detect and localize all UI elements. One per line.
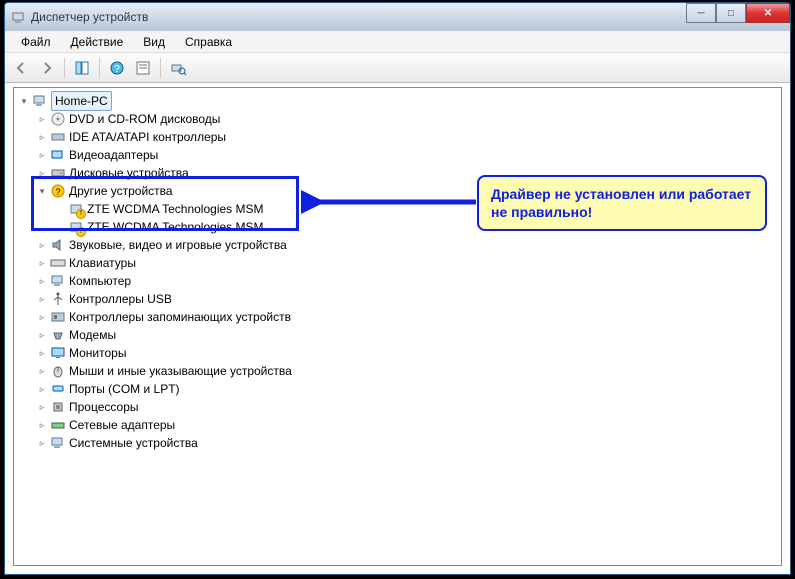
window-title: Диспетчер устройств xyxy=(31,10,148,24)
storage-controller-icon xyxy=(50,309,66,325)
expander-icon[interactable]: ▹ xyxy=(36,131,48,143)
expander-icon[interactable]: ▹ xyxy=(36,419,48,431)
expander-icon[interactable]: ▹ xyxy=(36,329,48,341)
node-label: Мыши и иные указывающие устройства xyxy=(69,362,292,380)
properties-button[interactable] xyxy=(131,56,155,80)
annotation-highlight-box xyxy=(31,176,299,231)
monitor-icon xyxy=(50,345,66,361)
disc-drive-icon xyxy=(50,111,66,127)
separator xyxy=(99,58,100,78)
window-controls: ─ □ ✕ xyxy=(686,3,790,23)
keyboard-icon xyxy=(50,255,66,271)
node-label: Порты (COM и LPT) xyxy=(69,380,180,398)
computer-icon xyxy=(50,273,66,289)
tree-node-ide[interactable]: ▹ IDE ATA/ATAPI контроллеры xyxy=(16,128,781,146)
menu-file[interactable]: Файл xyxy=(11,33,61,51)
titlebar: Диспетчер устройств ─ □ ✕ xyxy=(5,3,790,31)
node-label: Системные устройства xyxy=(69,434,198,452)
separator xyxy=(64,58,65,78)
expander-icon[interactable]: ▹ xyxy=(36,293,48,305)
menu-action[interactable]: Действие xyxy=(61,33,134,51)
tree-node-cpu[interactable]: ▹ Процессоры xyxy=(16,398,781,416)
expander-icon[interactable]: ▹ xyxy=(36,365,48,377)
tree-node-monitors[interactable]: ▹ Мониторы xyxy=(16,344,781,362)
port-icon xyxy=(50,381,66,397)
separator xyxy=(160,58,161,78)
expander-icon[interactable]: ▹ xyxy=(36,311,48,323)
node-label: Звуковые, видео и игровые устройства xyxy=(69,236,287,254)
sound-icon xyxy=(50,237,66,253)
forward-button[interactable] xyxy=(35,56,59,80)
tree-node-video[interactable]: ▹ Видеоадаптеры xyxy=(16,146,781,164)
computer-icon xyxy=(32,93,48,109)
node-label: Мониторы xyxy=(69,344,126,362)
node-label: Клавиатуры xyxy=(69,254,136,272)
tree-node-modems[interactable]: ▹ Модемы xyxy=(16,326,781,344)
tree-node-usb[interactable]: ▹ Контроллеры USB xyxy=(16,290,781,308)
tree-node-keyboard[interactable]: ▹ Клавиатуры xyxy=(16,254,781,272)
tree-node-system[interactable]: ▹ Системные устройства xyxy=(16,434,781,452)
annotation-callout: Драйвер не установлен или работает не пр… xyxy=(477,175,767,231)
modem-icon xyxy=(50,327,66,343)
expander-icon[interactable]: ▹ xyxy=(36,239,48,251)
tree-node-computer[interactable]: ▹ Компьютер xyxy=(16,272,781,290)
scan-hardware-button[interactable] xyxy=(166,56,190,80)
node-label: Контроллеры запоминающих устройств xyxy=(69,308,291,326)
ide-controller-icon xyxy=(50,129,66,145)
help-button[interactable]: ? xyxy=(105,56,129,80)
node-label: Видеоадаптеры xyxy=(69,146,158,164)
node-label: DVD и CD-ROM дисководы xyxy=(69,110,220,128)
svg-text:?: ? xyxy=(114,64,120,75)
node-label: Сетевые адаптеры xyxy=(69,416,175,434)
node-label: Компьютер xyxy=(69,272,131,290)
expander-icon[interactable]: ▾ xyxy=(18,95,30,107)
callout-text: Драйвер не установлен или работает не пр… xyxy=(491,186,751,220)
expander-icon[interactable]: ▹ xyxy=(36,437,48,449)
node-label: Home-PC xyxy=(51,91,112,111)
annotation-arrow-icon xyxy=(301,188,481,218)
system-device-icon xyxy=(50,435,66,451)
close-button[interactable]: ✕ xyxy=(746,3,790,23)
menu-help[interactable]: Справка xyxy=(175,33,242,51)
device-tree: ▾ Home-PC ▹ DVD и CD-ROM дисководы ▹ IDE… xyxy=(14,88,781,456)
app-icon xyxy=(11,9,27,25)
node-label: Контроллеры USB xyxy=(69,290,172,308)
menubar: Файл Действие Вид Справка xyxy=(5,31,790,53)
expander-icon[interactable]: ▹ xyxy=(36,347,48,359)
tree-node-dvd[interactable]: ▹ DVD и CD-ROM дисководы xyxy=(16,110,781,128)
mouse-icon xyxy=(50,363,66,379)
tree-node-ports[interactable]: ▹ Порты (COM и LPT) xyxy=(16,380,781,398)
tree-node-net[interactable]: ▹ Сетевые адаптеры xyxy=(16,416,781,434)
tree-node-storage-ctrl[interactable]: ▹ Контроллеры запоминающих устройств xyxy=(16,308,781,326)
expander-icon[interactable]: ▹ xyxy=(36,275,48,287)
maximize-button[interactable]: □ xyxy=(716,3,746,23)
network-adapter-icon xyxy=(50,417,66,433)
node-label: IDE ATA/ATAPI контроллеры xyxy=(69,128,226,146)
menu-view[interactable]: Вид xyxy=(133,33,175,51)
expander-icon[interactable]: ▹ xyxy=(36,401,48,413)
expander-icon[interactable]: ▹ xyxy=(36,149,48,161)
toolbar: ? xyxy=(5,53,790,83)
tree-root[interactable]: ▾ Home-PC xyxy=(16,92,781,110)
back-button[interactable] xyxy=(9,56,33,80)
show-hide-console-tree-button[interactable] xyxy=(70,56,94,80)
device-manager-window: Диспетчер устройств ─ □ ✕ Файл Действие … xyxy=(4,2,791,575)
expander-icon[interactable]: ▹ xyxy=(36,383,48,395)
node-label: Модемы xyxy=(69,326,116,344)
usb-icon xyxy=(50,291,66,307)
expander-icon[interactable]: ▹ xyxy=(36,113,48,125)
display-adapter-icon xyxy=(50,147,66,163)
expander-icon[interactable]: ▹ xyxy=(36,257,48,269)
processor-icon xyxy=(50,399,66,415)
minimize-button[interactable]: ─ xyxy=(686,3,716,23)
tree-node-sound[interactable]: ▹ Звуковые, видео и игровые устройства xyxy=(16,236,781,254)
device-tree-pane[interactable]: ▾ Home-PC ▹ DVD и CD-ROM дисководы ▹ IDE… xyxy=(13,87,782,566)
tree-node-mice[interactable]: ▹ Мыши и иные указывающие устройства xyxy=(16,362,781,380)
node-label: Процессоры xyxy=(69,398,139,416)
